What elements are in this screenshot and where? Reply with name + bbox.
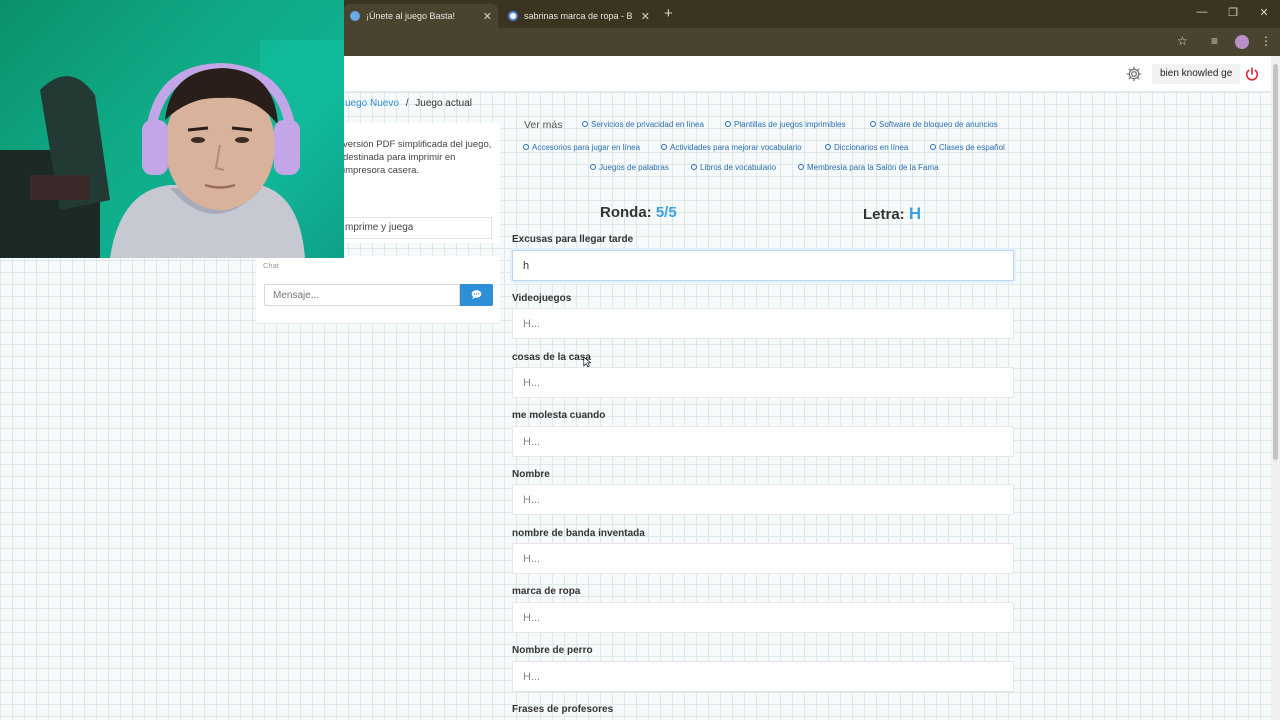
category-label: Excusas para llegar tarde bbox=[512, 234, 634, 245]
category-input-excusas[interactable] bbox=[512, 250, 1014, 281]
category-input-marca-ropa[interactable] bbox=[512, 602, 1014, 633]
google-favicon-icon bbox=[508, 11, 518, 21]
link-circle-icon bbox=[582, 121, 588, 127]
minimize-window-icon[interactable]: — bbox=[1192, 6, 1212, 18]
mouse-pointer-icon bbox=[583, 356, 591, 368]
breadcrumb-separator: / bbox=[405, 98, 409, 109]
link-accesorios-jugar[interactable]: Accesorios para jugar en línea bbox=[523, 143, 640, 152]
category-label: nombre de banda inventada bbox=[512, 528, 645, 539]
letter-value: H bbox=[908, 204, 922, 223]
category-label: Nombre de perro bbox=[512, 645, 593, 656]
link-circle-icon bbox=[725, 121, 731, 127]
link-text: Plantillas de juegos imprimibles bbox=[734, 120, 846, 129]
round-label: Ronda: bbox=[600, 204, 652, 221]
link-text: Accesorios para jugar en línea bbox=[532, 143, 641, 152]
link-text: Diccionarios en línea bbox=[834, 143, 909, 152]
category-label: me molesta cuando bbox=[512, 410, 606, 421]
category-input-videojuegos[interactable] bbox=[512, 308, 1014, 339]
link-libros-vocabulario[interactable]: Libros de vocabulario bbox=[691, 163, 776, 172]
link-text: Libros de vocabulario bbox=[700, 163, 777, 172]
close-tab-icon[interactable]: ✕ bbox=[483, 10, 492, 23]
breadcrumb-link-juego-nuevo[interactable]: uego Nuevo bbox=[345, 98, 399, 109]
print-and-play-button[interactable]: mprime y juega bbox=[338, 217, 492, 239]
round-value: 5/5 bbox=[655, 204, 677, 221]
link-circle-icon bbox=[691, 164, 697, 170]
link-software-bloqueo[interactable]: Software de bloqueo de anuncios bbox=[870, 120, 998, 129]
chat-message-input[interactable] bbox=[264, 284, 460, 306]
link-circle-icon bbox=[798, 164, 804, 170]
profile-avatar[interactable] bbox=[1235, 35, 1249, 49]
link-membresia-salon-fama[interactable]: Membresía para la Salón de la Fama bbox=[798, 163, 939, 172]
link-text: Servicios de privacidad en línea bbox=[591, 120, 704, 129]
letter-label: Letra: bbox=[863, 206, 905, 223]
link-circle-icon bbox=[870, 121, 876, 127]
category-label: marca de ropa bbox=[512, 586, 581, 597]
new-tab-icon[interactable]: + bbox=[664, 5, 673, 22]
link-circle-icon bbox=[825, 144, 831, 150]
link-text: Clases de español bbox=[939, 143, 1005, 152]
link-diccionarios[interactable]: Diccionarios en línea bbox=[825, 143, 908, 152]
link-plantillas-juegos[interactable]: Plantillas de juegos imprimibles bbox=[725, 120, 846, 129]
link-text: Juegos de palabras bbox=[599, 163, 669, 172]
logout-power-icon[interactable] bbox=[1244, 66, 1260, 82]
link-juegos-palabras[interactable]: Juegos de palabras bbox=[590, 163, 669, 172]
link-actividades-vocabulario[interactable]: Actividades para mejorar vocabulario bbox=[661, 143, 802, 152]
webcam-person-image bbox=[0, 0, 344, 258]
browser-menu-icon[interactable]: ⋮ bbox=[1260, 34, 1272, 48]
ver-mas-label: Ver más bbox=[524, 119, 563, 131]
user-name[interactable]: bien knowled ge bbox=[1152, 64, 1241, 84]
site-favicon-icon bbox=[350, 11, 360, 21]
link-circle-icon bbox=[930, 144, 936, 150]
link-circle-icon bbox=[523, 144, 529, 150]
category-label: Frases de profesores bbox=[512, 704, 614, 715]
letter-indicator: Letra: H bbox=[863, 204, 921, 224]
link-text: Actividades para mejorar vocabulario bbox=[670, 143, 802, 152]
breadcrumb-current: Juego actual bbox=[415, 98, 472, 109]
category-input-me-molesta[interactable] bbox=[512, 426, 1014, 457]
tab-title: sabrinas marca de ropa - Busca bbox=[524, 11, 633, 21]
breadcrumb: uego Nuevo / Juego actual bbox=[345, 98, 472, 109]
restore-window-icon[interactable]: ❐ bbox=[1223, 6, 1243, 19]
bookmark-star-icon[interactable]: ☆ bbox=[1177, 34, 1188, 48]
category-input-nombre[interactable] bbox=[512, 484, 1014, 515]
link-circle-icon bbox=[590, 164, 596, 170]
category-label: Videojuegos bbox=[512, 293, 572, 304]
pdf-description: versión PDF simplificada del juego, dest… bbox=[343, 139, 492, 176]
category-label: Nombre bbox=[512, 469, 550, 480]
link-servicios-privacidad[interactable]: Servicios de privacidad en línea bbox=[582, 120, 704, 129]
category-input-cosas-casa[interactable] bbox=[512, 367, 1014, 398]
close-tab-icon[interactable]: ✕ bbox=[641, 10, 650, 23]
link-clases-espanol[interactable]: Clases de español bbox=[930, 143, 1005, 152]
link-circle-icon bbox=[661, 144, 667, 150]
link-text: Software de bloqueo de anuncios bbox=[879, 120, 998, 129]
category-input-nombre-perro[interactable] bbox=[512, 661, 1014, 692]
tab-title: ¡Únete al juego Basta! bbox=[366, 11, 456, 21]
webcam-overlay bbox=[0, 0, 344, 258]
reading-list-icon[interactable]: ≡ bbox=[1211, 34, 1218, 48]
link-text: Membresía para la Salón de la Fama bbox=[807, 163, 939, 172]
tab-google-search[interactable]: sabrinas marca de ropa - Busca ✕ bbox=[502, 4, 656, 28]
scrollbar-thumb[interactable] bbox=[1273, 64, 1278, 460]
close-window-icon[interactable]: ✕ bbox=[1254, 6, 1274, 19]
category-input-banda-inventada[interactable] bbox=[512, 543, 1014, 574]
chat-send-button[interactable] bbox=[460, 284, 493, 306]
chat-label: Chat bbox=[263, 261, 279, 270]
round-indicator: Ronda: 5/5 bbox=[600, 204, 677, 221]
settings-gear-icon[interactable] bbox=[1126, 66, 1142, 82]
tab-unete-juego-basta[interactable]: ¡Únete al juego Basta! ✕ bbox=[344, 4, 498, 28]
chat-bubble-icon bbox=[471, 290, 482, 300]
category-label: cosas de la casa bbox=[512, 352, 591, 363]
